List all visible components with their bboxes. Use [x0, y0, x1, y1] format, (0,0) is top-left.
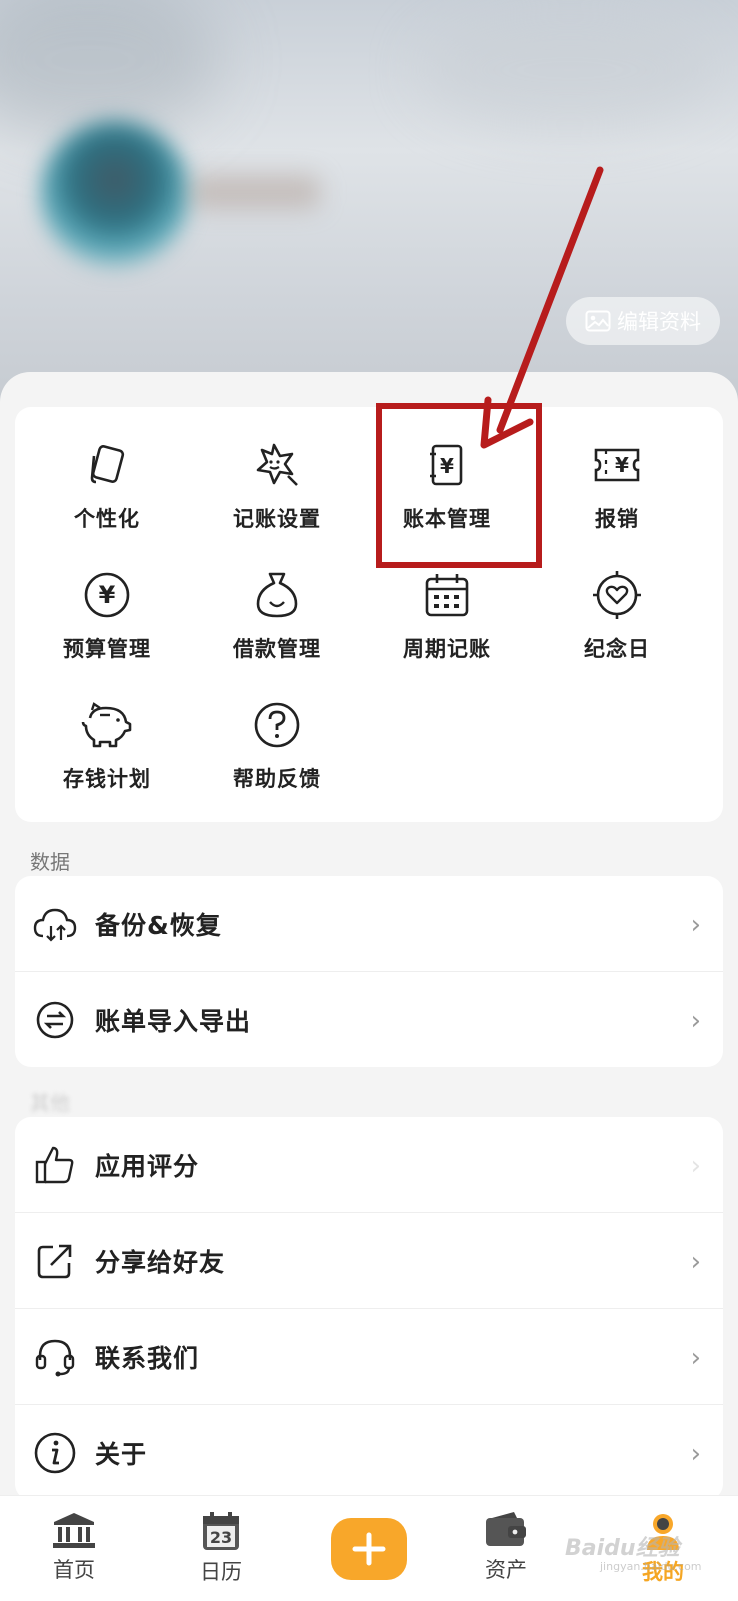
watermark-sub: jingyan.baidu.com: [600, 1560, 702, 1573]
svg-text:¥: ¥: [99, 581, 116, 609]
calendar-icon: 23: [203, 1512, 239, 1550]
recurring-bookkeeping-icon: [419, 567, 475, 623]
row-label: 应用评分: [95, 1151, 200, 1181]
row-label: 备份&恢复: [95, 910, 222, 940]
bank-icon: [53, 1513, 95, 1548]
row-about[interactable]: 关于 ›: [15, 1404, 723, 1500]
thumbs-up-icon: [33, 1143, 77, 1187]
row-share-friends[interactable]: 分享给好友 ›: [15, 1212, 723, 1308]
grid-item-label: 预算管理: [63, 637, 151, 661]
personalize-icon: [79, 437, 135, 493]
chevron-right-icon: ›: [690, 1151, 701, 1181]
import-export-icon: [33, 998, 77, 1042]
header-background-blur: [420, 10, 720, 130]
tab-label: 日历: [200, 1560, 242, 1584]
feature-grid: 个性化 记账设置 ¥ 账本管理 ¥ 报销 ¥ 预算管理 借款管理 周期记账 纪念…: [15, 407, 723, 822]
annotation-arrow: [480, 166, 604, 449]
tab-label: 首页: [53, 1558, 95, 1582]
grid-item-savings-plan[interactable]: 存钱计划: [22, 697, 192, 817]
grid-item-anniversary[interactable]: 纪念日: [532, 567, 702, 687]
tab-home[interactable]: 首页: [24, 1510, 124, 1584]
edit-profile-label: 编辑资料: [617, 310, 701, 334]
chevron-right-icon: ›: [690, 1439, 701, 1469]
other-list: 应用评分 › 分享给好友 › 联系我们 › 关于 ›: [15, 1117, 723, 1500]
grid-item-label: 纪念日: [584, 637, 650, 661]
profile-header: 编辑资料: [0, 0, 738, 430]
row-contact-us[interactable]: 联系我们 ›: [15, 1308, 723, 1404]
savings-plan-icon: [79, 697, 135, 753]
header-background-blur: [0, 0, 220, 140]
grid-item-label: 报销: [595, 507, 639, 531]
calendar-day: 23: [210, 1528, 232, 1547]
chevron-right-icon: ›: [690, 910, 701, 940]
grid-item-personalize[interactable]: 个性化: [22, 437, 192, 557]
anniversary-icon: [589, 567, 645, 623]
tab-assets[interactable]: 资产: [456, 1510, 556, 1584]
share-icon: [33, 1239, 77, 1283]
grid-item-label: 周期记账: [403, 637, 491, 661]
help-feedback-icon: [249, 697, 305, 753]
grid-item-label: 记账设置: [233, 507, 321, 531]
grid-item-budget-management[interactable]: ¥ 预算管理: [22, 567, 192, 687]
cloud-backup-icon: [33, 902, 77, 946]
budget-management-icon: ¥: [79, 567, 135, 623]
row-label: 分享给好友: [95, 1247, 226, 1277]
grid-item-label: 帮助反馈: [233, 767, 321, 791]
watermark: Baidu经验: [565, 1536, 680, 1561]
grid-item-bookkeeping-settings[interactable]: 记账设置: [192, 437, 362, 557]
grid-item-label: 借款管理: [233, 637, 321, 661]
svg-text:¥: ¥: [615, 453, 629, 477]
row-label: 关于: [95, 1439, 148, 1469]
chevron-right-icon: ›: [690, 1247, 701, 1277]
wallet-icon: [486, 1512, 526, 1546]
plus-icon: [352, 1532, 386, 1566]
add-record-button[interactable]: [331, 1518, 407, 1580]
headset-icon: [33, 1335, 77, 1379]
row-import-export[interactable]: 账单导入导出 ›: [15, 971, 723, 1067]
grid-item-label: 个性化: [74, 507, 140, 531]
section-title-data: 数据: [30, 850, 70, 874]
username-blurred: [190, 175, 320, 209]
row-rate-app[interactable]: 应用评分 ›: [15, 1117, 723, 1212]
row-backup-restore[interactable]: 备份&恢复 ›: [15, 876, 723, 971]
chevron-right-icon: ›: [690, 1343, 701, 1373]
bookkeeping-settings-icon: [249, 437, 305, 493]
chevron-right-icon: ›: [690, 1006, 701, 1036]
grid-item-recurring-bookkeeping[interactable]: 周期记账: [362, 567, 532, 687]
tab-calendar[interactable]: 23 日历: [171, 1510, 271, 1586]
grid-item-label: 存钱计划: [63, 767, 151, 791]
data-list: 备份&恢复 › 账单导入导出 ›: [15, 876, 723, 1067]
grid-item-loan-management[interactable]: 借款管理: [192, 567, 362, 687]
tab-label: 资产: [485, 1558, 527, 1582]
loan-management-icon: [249, 567, 305, 623]
info-icon: [33, 1431, 77, 1475]
avatar[interactable]: [40, 120, 190, 270]
grid-item-help-feedback[interactable]: 帮助反馈: [192, 697, 362, 817]
row-label: 联系我们: [95, 1343, 200, 1373]
section-title-other: 其他: [30, 1091, 70, 1115]
row-label: 账单导入导出: [95, 1006, 252, 1036]
